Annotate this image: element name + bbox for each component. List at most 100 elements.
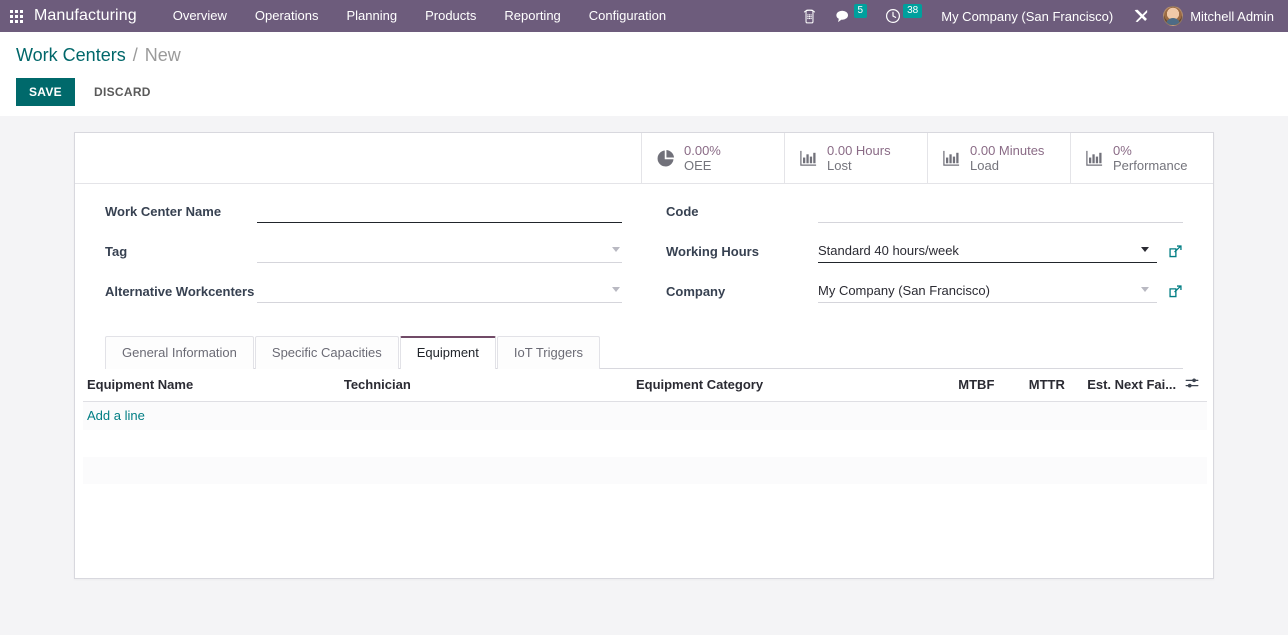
stat-value-lost: 0.00 Hours (827, 142, 891, 158)
bar-chart-icon (799, 149, 818, 168)
table-filler-row (83, 430, 1207, 457)
label-company: Company (666, 284, 726, 299)
discard-button[interactable]: DISCARD (81, 78, 164, 106)
avatar (1163, 6, 1184, 26)
code-input[interactable] (818, 200, 1183, 223)
apps-grid-icon (9, 9, 23, 23)
label-code: Code (666, 204, 699, 219)
clock-icon (886, 8, 901, 24)
form-sheet: 0.00% OEE 0.00 Hours Lost 0.00 Minutes L… (74, 132, 1214, 579)
developer-tools-button[interactable] (1123, 0, 1159, 32)
menu-item-planning[interactable]: Planning (332, 0, 411, 32)
stat-value-performance: 0% (1113, 142, 1132, 158)
sheet-background: 0.00% OEE 0.00 Hours Lost 0.00 Minutes L… (0, 116, 1288, 635)
save-button[interactable]: SAVE (16, 78, 75, 106)
stat-value-oee: 0.00% (684, 142, 721, 158)
activities-badge: 38 (903, 4, 923, 18)
phone-icon (803, 9, 815, 23)
breadcrumb-separator: / (132, 45, 138, 65)
breadcrumb-root[interactable]: Work Centers (16, 45, 126, 65)
stat-button-lost[interactable]: 0.00 Hours Lost (784, 133, 927, 183)
table-filler-row (83, 457, 1207, 484)
add-line-row[interactable]: Add a line (83, 401, 1207, 430)
field-code: Code (666, 200, 1183, 228)
menu-item-operations[interactable]: Operations (241, 0, 333, 32)
menu-item-products[interactable]: Products (411, 0, 490, 32)
control-panel: Work Centers / New SAVE DISCARD (0, 32, 1288, 116)
form-grid: Work Center Name Tag Alternative Workcen… (105, 200, 1183, 320)
label-work-center-name: Work Center Name (105, 204, 222, 219)
column-mttr[interactable]: MTTR (1024, 369, 1084, 402)
sheet-bottom-space (75, 484, 1213, 578)
tab-specific-capacities[interactable]: Specific Capacities (254, 336, 399, 369)
stat-label-load: Load (970, 158, 999, 173)
tab-equipment[interactable]: Equipment (399, 336, 496, 370)
activities-button[interactable]: 38 (876, 0, 931, 32)
label-working-hours: Working Hours (666, 244, 759, 259)
user-name: Mitchell Admin (1190, 8, 1274, 24)
app-brand-name[interactable]: Manufacturing (32, 7, 143, 25)
pie-chart-icon (656, 149, 675, 168)
bar-chart-icon (1085, 149, 1104, 168)
apps-menu-toggle[interactable] (0, 0, 32, 32)
phone-button[interactable] (793, 0, 826, 32)
column-equipment-name[interactable]: Equipment Name (83, 369, 340, 402)
table-body: Add a line (83, 401, 1207, 484)
main-menu: Overview Operations Planning Products Re… (159, 0, 680, 32)
tab-general-information[interactable]: General Information (105, 336, 254, 369)
user-menu[interactable]: Mitchell Admin (1159, 6, 1280, 26)
bar-chart-icon (942, 149, 961, 168)
messages-button[interactable]: 5 (826, 0, 877, 32)
stat-button-performance[interactable]: 0% Performance (1070, 133, 1213, 183)
add-a-line-link[interactable]: Add a line (87, 408, 145, 423)
alternative-workcenters-input[interactable] (257, 280, 622, 303)
field-company: Company (666, 280, 1183, 308)
stat-value-load: 0.00 Minutes (970, 142, 1045, 158)
label-tag: Tag (105, 244, 128, 259)
stat-label-performance: Performance (1113, 158, 1188, 173)
field-alternative-workcenters: Alternative Workcenters (105, 280, 622, 308)
form-group-right: Code Working Hours Standard 40 hours/wee… (666, 200, 1183, 320)
stat-button-oee[interactable]: 0.00% OEE (641, 133, 784, 183)
column-mtbf[interactable]: MTBF (954, 369, 1025, 402)
menu-item-reporting[interactable]: Reporting (490, 0, 574, 32)
company-switcher[interactable]: My Company (San Francisco) (931, 9, 1123, 24)
working-hours-external-link[interactable] (1168, 244, 1183, 259)
form-group-left: Work Center Name Tag Alternative Workcen… (105, 200, 622, 320)
column-est-next-failure[interactable]: Est. Next Fai... (1083, 369, 1181, 402)
company-input[interactable] (818, 280, 1157, 303)
notebook-tabs: General Information Specific Capacities … (105, 336, 1183, 370)
tag-input[interactable] (257, 240, 622, 263)
equipment-table: Equipment Name Technician Equipment Cate… (83, 369, 1207, 484)
optional-columns-header (1180, 369, 1207, 402)
sliders-icon[interactable] (1185, 376, 1199, 390)
messages-badge: 5 (853, 4, 868, 18)
field-working-hours: Working Hours (666, 240, 1183, 268)
notebook: General Information Specific Capacities … (75, 336, 1213, 370)
equipment-list: Equipment Name Technician Equipment Cate… (75, 369, 1213, 484)
company-external-link[interactable] (1168, 284, 1183, 299)
navbar-right-tools: 5 38 My Company (San Francisco) Mitchell… (793, 0, 1288, 32)
stat-button-load[interactable]: 0.00 Minutes Load (927, 133, 1070, 183)
column-technician[interactable]: Technician (339, 369, 632, 402)
column-equipment-category[interactable]: Equipment Category (631, 369, 955, 402)
stat-label-oee: OEE (684, 158, 712, 173)
form-body: Work Center Name Tag Alternative Workcen… (75, 184, 1213, 320)
label-alternative-workcenters: Alternative Workcenters (105, 284, 255, 299)
record-actions: SAVE DISCARD (16, 78, 1272, 106)
table-header-row: Equipment Name Technician Equipment Cate… (83, 369, 1207, 402)
stat-button-box: 0.00% OEE 0.00 Hours Lost 0.00 Minutes L… (75, 133, 1213, 184)
menu-item-configuration[interactable]: Configuration (575, 0, 680, 32)
field-tag: Tag (105, 240, 622, 268)
menu-item-overview[interactable]: Overview (159, 0, 241, 32)
field-work-center-name: Work Center Name (105, 200, 622, 228)
stat-label-lost: Lost (827, 158, 852, 173)
tab-iot-triggers[interactable]: IoT Triggers (496, 336, 601, 369)
top-navbar: Manufacturing Overview Operations Planni… (0, 0, 1288, 32)
tools-icon (1134, 9, 1148, 22)
chat-bubble-icon (835, 10, 848, 22)
work-center-name-input[interactable] (257, 200, 622, 223)
breadcrumb: Work Centers / New (16, 42, 1272, 68)
breadcrumb-current: New (144, 45, 181, 65)
working-hours-input[interactable] (818, 240, 1157, 263)
